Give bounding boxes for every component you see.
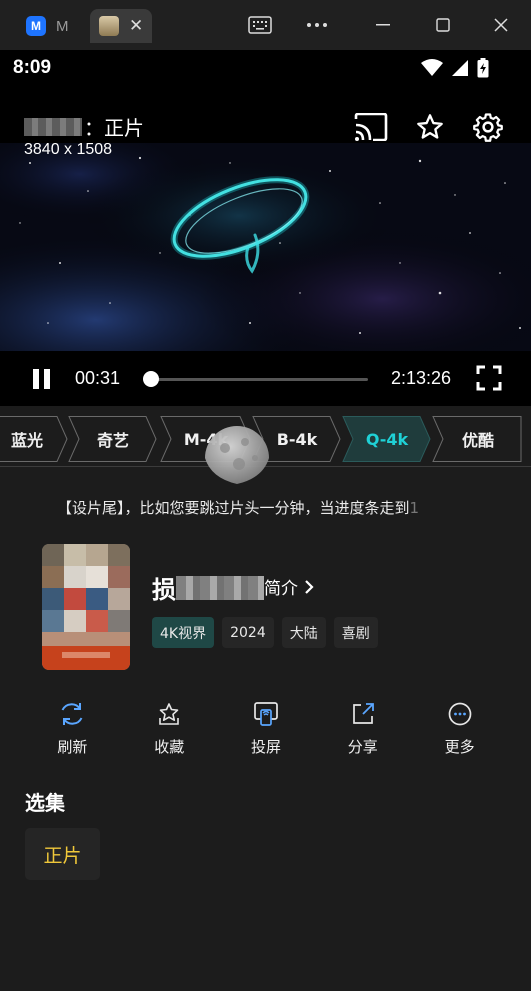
keyboard-icon[interactable] <box>243 10 277 40</box>
tag-year[interactable]: 2024 <box>222 617 274 648</box>
episode-item[interactable]: 正片 <box>25 828 100 880</box>
share-button[interactable]: 分享 <box>314 700 411 760</box>
episodes-title: 选集 <box>25 791 65 815</box>
blurred-movie-title <box>176 575 264 600</box>
cast-icon[interactable] <box>351 108 391 146</box>
cast-screen-label: 投屏 <box>250 738 281 756</box>
video-resolution: 3840 x 1508 <box>24 141 113 158</box>
status-bar: 8:09 <box>0 50 531 86</box>
moon-decoration-icon <box>205 426 269 484</box>
source-chip-label: 蓝光 <box>10 431 43 450</box>
battery-icon <box>477 58 489 78</box>
close-tab-icon[interactable]: ✕ <box>129 17 143 35</box>
maximize-icon[interactable] <box>426 10 460 40</box>
chevron-right-icon <box>305 579 314 594</box>
tab-1-label: M <box>56 17 69 35</box>
favorite-icon <box>159 703 179 725</box>
movie-title: 损 <box>152 570 264 605</box>
site-favicon-icon <box>99 16 119 36</box>
cell-signal-icon <box>452 60 468 76</box>
intro-link[interactable]: 简介 <box>264 574 314 599</box>
wifi-icon <box>421 59 443 76</box>
player-controls: 00:31 2:13:26 <box>0 351 531 406</box>
video-title-suffix: ：正片 <box>84 118 144 140</box>
more-button[interactable]: 更多 <box>411 700 508 760</box>
favorite-label: 收藏 <box>154 738 185 756</box>
refresh-icon <box>61 703 83 725</box>
close-window-icon[interactable] <box>484 10 518 40</box>
action-bar: 刷新 收藏 投屏 分享 更多 <box>24 700 508 760</box>
seek-handle[interactable] <box>142 371 159 387</box>
star-icon[interactable] <box>410 108 450 146</box>
movie-tags: 4K视界 2024 大陆 喜剧 <box>152 617 378 648</box>
blurred-title-text <box>24 117 82 136</box>
video-title: ：正片 <box>24 112 144 141</box>
source-chip-label: 奇艺 <box>96 431 129 450</box>
tag-genre[interactable]: 喜剧 <box>333 617 378 648</box>
favorite-button[interactable]: 收藏 <box>121 700 218 760</box>
intro-label: 简介 <box>264 579 298 599</box>
status-icons <box>421 58 489 78</box>
total-time: 2:13:26 <box>391 368 452 388</box>
browser-tab-2-active[interactable]: ✕ <box>90 9 152 43</box>
more-icon <box>448 702 471 726</box>
fullscreen-icon[interactable] <box>476 365 502 391</box>
cast-screen-button[interactable]: 投屏 <box>218 700 315 760</box>
source-chip-1[interactable]: 奇艺 <box>68 416 158 462</box>
minimize-icon[interactable] <box>366 10 400 40</box>
source-chip-label: Q-4k <box>365 429 409 449</box>
movie-title-first-char: 损 <box>152 576 176 604</box>
skip-tip-fade: 1 <box>409 499 420 517</box>
refresh-label: 刷新 <box>57 738 88 756</box>
share-label: 分享 <box>347 738 378 756</box>
seek-bar[interactable] <box>150 378 368 381</box>
skip-tip-main: 【设片尾】，比如您要跳过片头一分钟，当进度条走到 <box>57 499 410 517</box>
source-chip-label: 优酷 <box>461 431 494 450</box>
source-chip-4-active[interactable]: Q-4k <box>342 416 432 462</box>
share-icon <box>352 703 374 724</box>
settings-gear-icon[interactable] <box>468 108 508 146</box>
cast-screen-icon <box>254 702 278 726</box>
tag-region[interactable]: 大陆 <box>281 617 326 648</box>
current-time: 00:31 <box>75 368 121 388</box>
pause-icon[interactable] <box>29 367 55 391</box>
more-options-icon[interactable] <box>300 10 334 40</box>
app-logo-icon: M <box>26 16 46 36</box>
skip-tip-text: 【设片尾】，比如您要跳过片头一分钟，当进度条走到1 <box>57 497 485 518</box>
source-chip-5[interactable]: 优酷 <box>432 416 524 462</box>
video-frame[interactable] <box>0 143 531 351</box>
source-chip-label: B-4k <box>276 429 318 449</box>
tag-category[interactable]: 4K视界 <box>152 617 215 648</box>
source-chip-0[interactable]: 蓝光 <box>0 416 68 462</box>
browser-tab-1[interactable]: M M <box>14 9 86 43</box>
more-label: 更多 <box>444 738 475 756</box>
status-clock: 8:09 <box>13 57 52 78</box>
browser-tab-strip: M M ✕ <box>0 0 531 50</box>
refresh-button[interactable]: 刷新 <box>24 700 121 760</box>
video-player[interactable]: ：正片 3840 x 1508 00:31 2:13:26 <box>0 86 531 406</box>
movie-poster[interactable] <box>42 544 130 670</box>
